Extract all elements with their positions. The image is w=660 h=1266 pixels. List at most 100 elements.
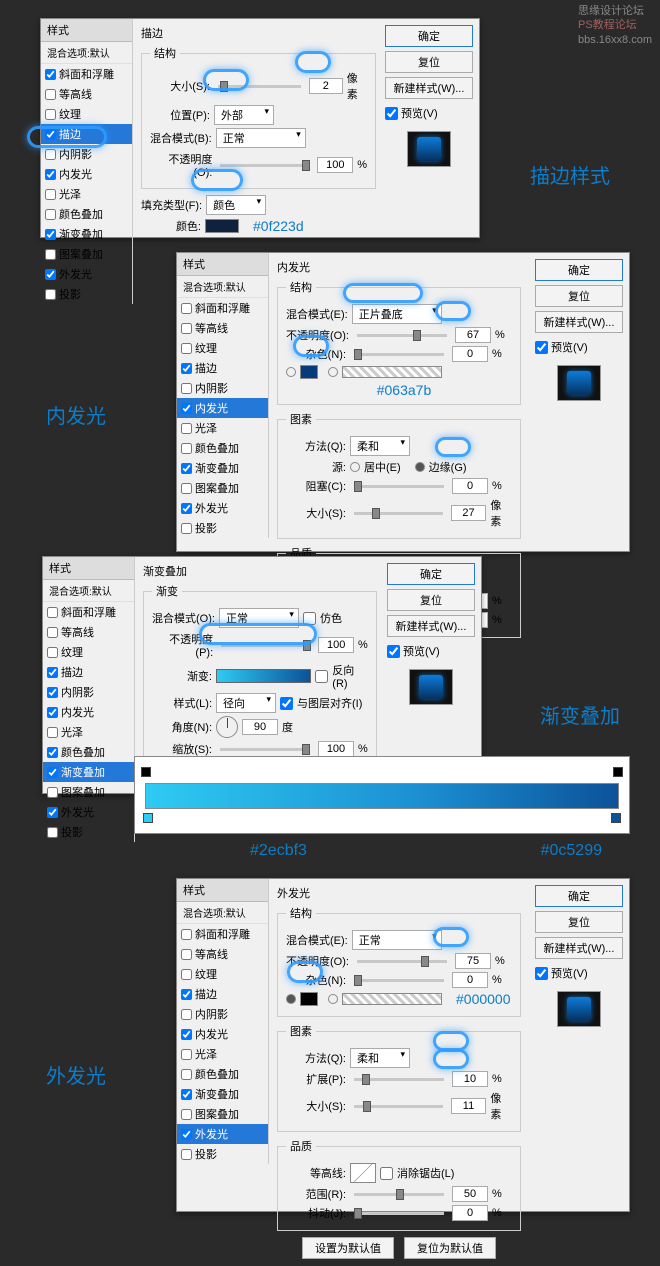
reset-button[interactable]: 复位 [385, 51, 473, 73]
style-item-8[interactable]: 渐变叠加 [41, 224, 132, 244]
color-stop-right[interactable] [611, 813, 621, 823]
style-item-4[interactable]: 内阴影 [177, 1004, 268, 1024]
style-item-9[interactable]: 图案叠加 [177, 478, 268, 498]
ig-opacity-slider[interactable] [357, 334, 447, 337]
og-grad-bar[interactable] [342, 993, 442, 1005]
new-style-button[interactable]: 新建样式(W)... [535, 937, 623, 959]
style-item-6[interactable]: 光泽 [43, 722, 134, 742]
blend-default[interactable]: 混合选项:默认 [41, 42, 132, 64]
reset-button[interactable]: 复位 [535, 911, 623, 933]
reset-button[interactable]: 复位 [387, 589, 475, 611]
style-check[interactable] [181, 969, 192, 980]
reset-button[interactable]: 复位 [535, 285, 623, 307]
dither-check[interactable] [303, 612, 316, 625]
style-item-8[interactable]: 渐变叠加 [177, 1084, 268, 1104]
new-style-button[interactable]: 新建样式(W)... [535, 311, 623, 333]
style-check[interactable] [181, 383, 192, 394]
style-item-8[interactable]: 渐变叠加 [43, 762, 134, 782]
position-dropdown[interactable]: 外部 [214, 105, 274, 125]
ig-color-radio[interactable] [286, 367, 296, 377]
style-check[interactable] [47, 707, 58, 718]
style-item-2[interactable]: 纹理 [177, 964, 268, 984]
align-check[interactable] [280, 697, 293, 710]
style-item-0[interactable]: 斜面和浮雕 [177, 298, 268, 318]
style-check[interactable] [181, 343, 192, 354]
go-style-dropdown[interactable]: 径向 [216, 693, 276, 713]
style-item-3[interactable]: 描边 [43, 662, 134, 682]
style-check[interactable] [45, 129, 56, 140]
style-check[interactable] [47, 767, 58, 778]
style-item-10[interactable]: 外发光 [43, 802, 134, 822]
filltype-dropdown[interactable]: 颜色 [206, 195, 266, 215]
style-item-9[interactable]: 图案叠加 [177, 1104, 268, 1124]
ig-color-swatch[interactable] [300, 365, 318, 379]
style-item-9[interactable]: 图案叠加 [41, 244, 132, 264]
style-item-5[interactable]: 内发光 [177, 1024, 268, 1044]
style-check[interactable] [45, 229, 56, 240]
style-check[interactable] [47, 807, 58, 818]
og-color-swatch[interactable] [300, 992, 318, 1006]
ok-button[interactable]: 确定 [535, 259, 623, 281]
style-check[interactable] [45, 169, 56, 180]
style-check[interactable] [181, 1149, 192, 1160]
style-check[interactable] [181, 989, 192, 1000]
style-check[interactable] [47, 627, 58, 638]
style-item-10[interactable]: 外发光 [41, 264, 132, 284]
style-check[interactable] [181, 1049, 192, 1060]
color-stop-left[interactable] [143, 813, 153, 823]
style-check[interactable] [181, 363, 192, 374]
new-style-button[interactable]: 新建样式(W)... [385, 77, 473, 99]
ig-method-dropdown[interactable]: 柔和 [350, 436, 410, 456]
style-check[interactable] [181, 1089, 192, 1100]
ig-grad-radio[interactable] [328, 367, 338, 377]
style-check[interactable] [181, 443, 192, 454]
style-item-0[interactable]: 斜面和浮雕 [177, 924, 268, 944]
ok-button[interactable]: 确定 [385, 25, 473, 47]
ig-noise-slider[interactable] [354, 353, 444, 356]
style-item-11[interactable]: 投影 [177, 1144, 268, 1164]
opacity-stop-right[interactable] [613, 767, 623, 777]
style-item-1[interactable]: 等高线 [41, 84, 132, 104]
style-check[interactable] [181, 323, 192, 334]
style-check[interactable] [47, 827, 58, 838]
og-contour-swatch[interactable] [350, 1163, 376, 1183]
style-item-11[interactable]: 投影 [43, 822, 134, 842]
style-check[interactable] [47, 727, 58, 738]
style-check[interactable] [181, 403, 192, 414]
style-check[interactable] [181, 1029, 192, 1040]
style-check[interactable] [181, 503, 192, 514]
style-item-9[interactable]: 图案叠加 [43, 782, 134, 802]
style-check[interactable] [181, 949, 192, 960]
style-item-7[interactable]: 颜色叠加 [177, 1064, 268, 1084]
style-check[interactable] [181, 1069, 192, 1080]
style-item-4[interactable]: 内阴影 [43, 682, 134, 702]
gradient-picker[interactable] [216, 669, 311, 683]
og-color-radio[interactable] [286, 994, 296, 1004]
reverse-check[interactable] [315, 670, 328, 683]
style-item-11[interactable]: 投影 [41, 284, 132, 304]
style-check[interactable] [181, 483, 192, 494]
style-check[interactable] [45, 209, 56, 220]
style-item-0[interactable]: 斜面和浮雕 [43, 602, 134, 622]
style-item-0[interactable]: 斜面和浮雕 [41, 64, 132, 84]
ig-noise-input[interactable]: 0 [452, 346, 488, 362]
opacity-input[interactable]: 100 [317, 157, 353, 173]
style-check[interactable] [47, 747, 58, 758]
style-item-1[interactable]: 等高线 [43, 622, 134, 642]
style-check[interactable] [47, 607, 58, 618]
style-check[interactable] [47, 667, 58, 678]
ig-size-slider[interactable] [354, 512, 443, 515]
style-check[interactable] [181, 1129, 192, 1140]
style-item-7[interactable]: 颜色叠加 [43, 742, 134, 762]
new-style-button[interactable]: 新建样式(W)... [387, 615, 475, 637]
style-check[interactable] [45, 269, 56, 280]
style-item-4[interactable]: 内阴影 [177, 378, 268, 398]
og-spread-input[interactable]: 10 [452, 1071, 488, 1087]
style-check[interactable] [47, 647, 58, 658]
size-slider[interactable] [218, 85, 301, 88]
preview-checkbox[interactable] [385, 107, 398, 120]
style-item-11[interactable]: 投影 [177, 518, 268, 538]
style-item-2[interactable]: 纹理 [43, 642, 134, 662]
style-item-6[interactable]: 光泽 [41, 184, 132, 204]
size-input[interactable]: 2 [309, 78, 343, 94]
